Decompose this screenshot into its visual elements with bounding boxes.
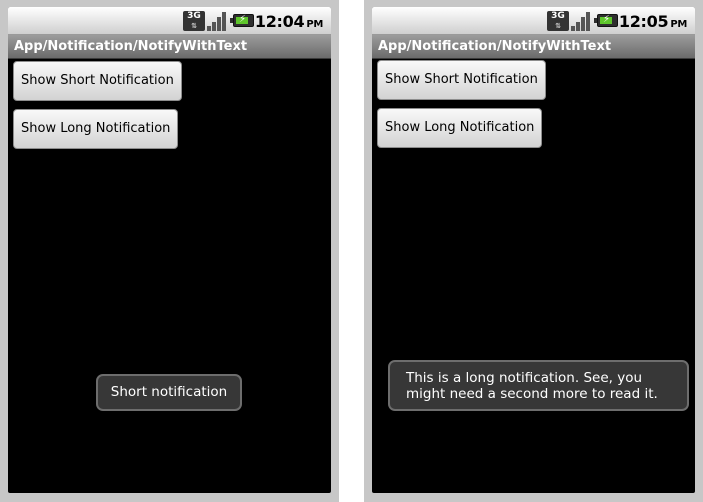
emulator-screen-right: 3G ⇅ ⚡ 12:05 PM App/Notification/NotifyWi… [364,0,703,502]
toast-notification: This is a long notification. See, you mi… [388,360,689,411]
show-long-notification-button[interactable]: Show Long Notification [377,108,543,148]
device-display: 3G ⇅ ⚡ 12:04 PM App/Notification/NotifyWi… [8,7,331,493]
show-long-notification-button[interactable]: Show Long Notification [13,109,179,149]
show-short-notification-button[interactable]: Show Short Notification [13,61,182,101]
toast-notification: Short notification [96,374,242,411]
status-clock: 12:04 PM [255,12,323,31]
clock-ampm: PM [306,19,323,30]
network-label: 3G [187,11,201,21]
network-label: 3G [551,11,565,21]
3g-data-icon: 3G ⇅ [183,11,205,31]
clock-time: 12:05 [618,12,669,31]
show-short-notification-button[interactable]: Show Short Notification [377,60,546,100]
status-bar: 3G ⇅ ⚡ 12:04 PM [8,7,331,35]
clock-ampm: PM [670,19,687,30]
status-bar: 3G ⇅ ⚡ 12:05 PM [372,7,695,35]
signal-strength-icon [207,11,229,31]
status-clock: 12:05 PM [619,12,687,31]
clock-time: 12:04 [254,12,305,31]
app-title-bar: App/Notification/NotifyWithText [372,35,695,59]
battery-charging-icon: ⚡ [230,14,254,27]
battery-charging-icon: ⚡ [594,14,618,27]
device-display: 3G ⇅ ⚡ 12:05 PM App/Notification/NotifyWi… [372,7,695,493]
data-arrows-icon: ⇅ [191,22,197,30]
emulator-screen-left: 3G ⇅ ⚡ 12:04 PM App/Notification/NotifyWi… [0,0,339,502]
data-arrows-icon: ⇅ [555,22,561,30]
app-title-bar: App/Notification/NotifyWithText [8,35,331,59]
signal-strength-icon [571,11,593,31]
3g-data-icon: 3G ⇅ [547,11,569,31]
